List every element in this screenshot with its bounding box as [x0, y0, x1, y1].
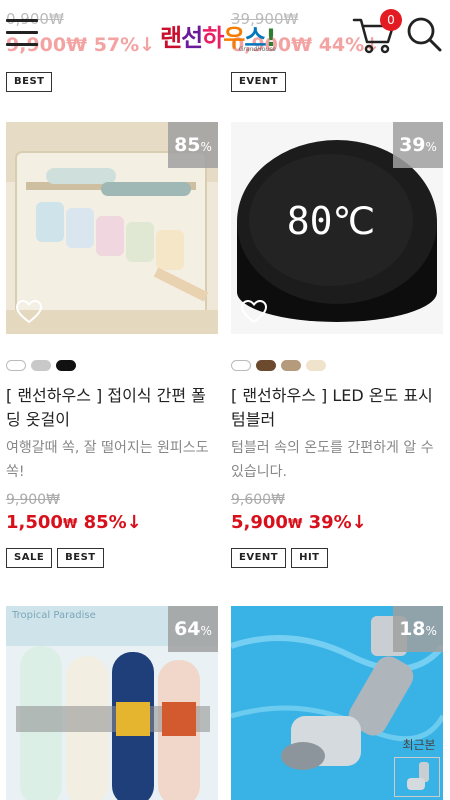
discount-tag: 39%	[393, 122, 443, 168]
heart-icon[interactable]	[241, 300, 267, 324]
product-description: 텀블러 속의 온도를 간편하게 알 수있습니다.	[231, 440, 434, 480]
product-title[interactable]: [ 랜선하우스 ] 접이식 간편 폴딩 옷걸이	[6, 384, 218, 432]
color-swatch-gray[interactable]	[31, 360, 51, 371]
recently-viewed-widget[interactable]: 최근본	[394, 736, 444, 797]
color-swatch-brown[interactable]	[256, 360, 276, 371]
sale-price: 5,900₩ 39%↓	[231, 512, 367, 533]
badge-event: EVENT	[231, 548, 287, 568]
discount-tag: 18%	[393, 606, 443, 652]
product-card[interactable]: 85% [ 랜선하우스 ] 접이식 간편 폴딩 옷걸이 여행갈때 쏙, 잘 떨어…	[6, 122, 218, 568]
color-swatches	[231, 356, 443, 371]
color-swatch-white[interactable]	[231, 360, 251, 371]
search-button[interactable]	[406, 16, 442, 52]
cart-count-badge: 0	[380, 9, 402, 31]
color-swatch-white[interactable]	[6, 360, 26, 371]
product-title[interactable]: [ 랜선하우스 ] LED 온도 표시 텀블러	[231, 384, 443, 432]
badge-best: BEST	[57, 548, 104, 568]
product-card[interactable]: 80℃ 39% [ 랜선하우스 ] LED 온도 표시 텀블러 텀블러 속의 온…	[231, 122, 443, 568]
product-description: 여행갈때 쏙, 잘 떨어지는 원피스도 쏙!	[6, 440, 209, 480]
product-card[interactable]: Tropical Paradise 64%	[6, 606, 218, 800]
search-icon	[407, 17, 442, 52]
original-price: 9,900₩	[6, 492, 60, 508]
heart-icon[interactable]	[16, 300, 42, 324]
badge-sale: SALE	[6, 548, 53, 568]
product-image[interactable]: 85%	[6, 122, 218, 334]
recently-viewed-label: 최근본	[402, 738, 436, 752]
badge-event: EVENT	[231, 72, 287, 92]
color-swatches	[6, 356, 218, 371]
site-logo[interactable]: 랜선하우스! GrandHouse	[160, 18, 290, 58]
color-swatch-tan[interactable]	[281, 360, 301, 371]
brand-label: [ 랜선하우스 ]	[6, 386, 103, 405]
cart-button[interactable]: 0	[352, 9, 402, 56]
badge-best: BEST	[6, 72, 53, 92]
original-price: 9,600₩	[231, 492, 285, 508]
brand-label: [ 랜선하우스 ]	[231, 386, 328, 405]
app-header: 랜선하우스! GrandHouse 0	[0, 0, 450, 68]
discount-tag: 64%	[168, 606, 218, 652]
down-arrow-icon: ↓	[351, 512, 367, 533]
discount-tag: 85%	[168, 122, 218, 168]
sale-price: 1,500₩ 85%↓	[6, 512, 142, 533]
down-arrow-icon: ↓	[126, 512, 142, 533]
product-image[interactable]: Tropical Paradise 64%	[6, 606, 218, 800]
badge-hit: HIT	[291, 548, 328, 568]
color-swatch-black[interactable]	[56, 360, 76, 371]
recently-viewed-thumbnail[interactable]	[394, 757, 440, 797]
product-badges: SALE BEST	[6, 545, 218, 568]
led-readout: 80℃	[287, 199, 375, 243]
photo-caption: Tropical Paradise	[11, 610, 96, 621]
color-swatch-cream[interactable]	[306, 360, 326, 371]
hamburger-icon[interactable]	[6, 19, 38, 47]
logo-subtitle: GrandHouse	[238, 46, 276, 53]
product-badges: EVENT HIT	[231, 545, 443, 568]
faucet-thumbnail-icon	[395, 758, 439, 796]
product-image[interactable]: 80℃ 39%	[231, 122, 443, 334]
